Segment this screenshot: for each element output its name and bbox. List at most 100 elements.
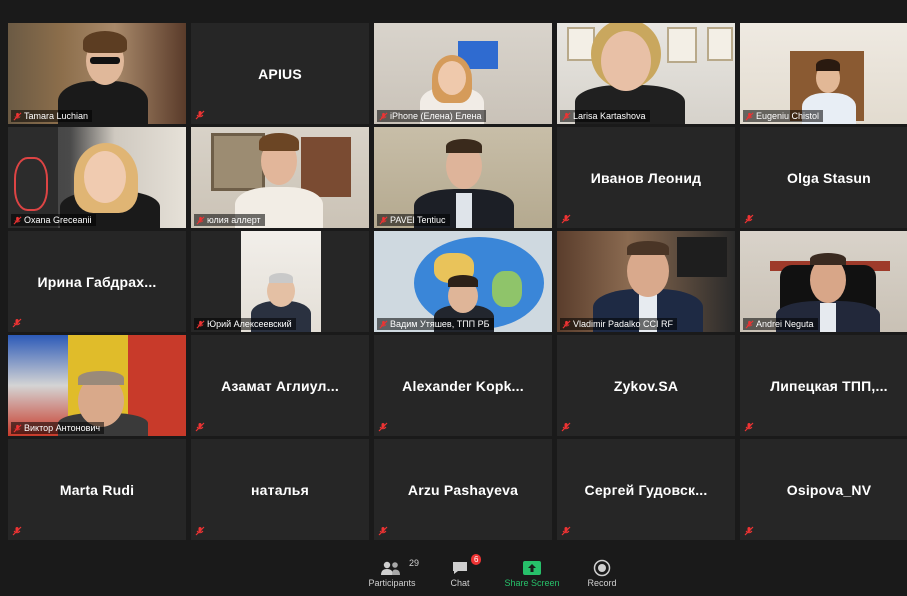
participant-name: Marta Rudi	[59, 481, 135, 498]
video-tile[interactable]: Сергей Гудовск...	[557, 439, 735, 540]
record-button[interactable]: Record	[570, 558, 634, 588]
participant-name-label: Вадим Утяшев, ТПП РБ	[377, 318, 494, 330]
mic-muted-icon	[744, 214, 754, 224]
participant-name: Липецкая ТПП,...	[770, 377, 888, 394]
video-tile[interactable]: Eugeniu Chistol	[740, 23, 907, 124]
mic-muted-icon	[745, 320, 754, 329]
mic-muted-icon	[378, 526, 388, 536]
mic-muted-icon	[744, 422, 754, 432]
participant-name-label: Oxana Greceanii	[11, 214, 96, 226]
mic-muted-icon	[379, 112, 388, 121]
video-tile[interactable]: Olga Stasun	[740, 127, 907, 228]
mic-muted-icon	[195, 422, 205, 432]
video-tile[interactable]: наталья	[191, 439, 369, 540]
participant-name-label: Eugeniu Chistol	[743, 110, 824, 122]
video-feed	[8, 335, 186, 436]
participants-label: Participants	[368, 578, 416, 588]
share-screen-button[interactable]: Share Screen	[500, 558, 564, 588]
mic-muted-icon	[13, 216, 22, 225]
mic-muted-icon	[562, 112, 571, 121]
video-tile[interactable]: PAVEl Tentiuc	[374, 127, 552, 228]
participant-name: Olga Stasun	[787, 169, 871, 186]
participant-name-label: PAVEl Tentiuc	[377, 214, 450, 226]
video-tile[interactable]: iPhone (Елена) Елена	[374, 23, 552, 124]
mic-muted-icon	[196, 320, 205, 329]
participant-name: Ирина Габдрах...	[37, 273, 157, 290]
video-feed	[191, 127, 369, 228]
video-feed	[740, 23, 907, 124]
video-tile[interactable]: Marta Rudi	[8, 439, 186, 540]
mic-muted-icon	[12, 318, 22, 328]
mic-muted-icon	[12, 526, 22, 536]
video-tile[interactable]: Иванов Леонид	[557, 127, 735, 228]
mic-muted-icon	[379, 216, 388, 225]
mic-muted-icon	[561, 214, 571, 224]
video-feed	[8, 23, 186, 124]
share-screen-icon	[523, 561, 541, 575]
video-tile[interactable]: Вадим Утяшев, ТПП РБ	[374, 231, 552, 332]
participant-name: APIUS	[258, 65, 302, 82]
video-tile[interactable]: Ирина Габдрах...	[8, 231, 186, 332]
video-feed	[8, 127, 186, 228]
video-tile[interactable]: Andrei Neguta	[740, 231, 907, 332]
video-tile[interactable]: Arzu Pashayeva	[374, 439, 552, 540]
mic-muted-icon	[13, 424, 22, 433]
video-feed	[374, 231, 552, 332]
video-tile[interactable]: Osipova_NV	[740, 439, 907, 540]
participants-button[interactable]: 29 Participants	[360, 558, 424, 588]
participant-name: Zykov.SA	[613, 377, 679, 394]
mic-muted-icon	[196, 216, 205, 225]
video-tile-active-speaker[interactable]: Vladimir Padalko CCI RF	[557, 231, 735, 332]
video-tile[interactable]: Zykov.SA	[557, 335, 735, 436]
mic-muted-icon	[195, 110, 205, 120]
mic-muted-icon	[562, 320, 571, 329]
chat-unread-badge: 6	[471, 554, 482, 565]
participant-name: Азамат Аглиул...	[221, 377, 339, 394]
participant-name-label: Tamara Luchian	[11, 110, 93, 122]
participant-name-label: Виктор Антонович	[11, 422, 105, 434]
participant-name-label: Vladimir Padalko CCI RF	[560, 318, 678, 330]
participant-name: Alexander Kopk...	[402, 377, 524, 394]
chat-label: Chat	[450, 578, 470, 588]
mic-muted-icon	[561, 422, 571, 432]
participant-name-label: iPhone (Елена) Елена	[377, 110, 486, 122]
participant-name-label: Юрий Алексеевский	[194, 318, 296, 330]
video-tile[interactable]: Липецкая ТПП,...	[740, 335, 907, 436]
video-tile[interactable]: Alexander Kopk...	[374, 335, 552, 436]
participant-name-label: Larisa Kartashova	[560, 110, 650, 122]
mic-muted-icon	[745, 112, 754, 121]
participant-name: Сергей Гудовск...	[584, 481, 708, 498]
video-feed	[557, 23, 735, 124]
video-feed	[191, 231, 369, 332]
video-feed	[557, 231, 735, 332]
record-icon	[593, 559, 611, 577]
video-feed	[374, 127, 552, 228]
participant-name-label: юлия аллерт	[194, 214, 265, 226]
video-tile[interactable]: Юрий Алексеевский	[191, 231, 369, 332]
participant-name: Osipova_NV	[786, 481, 872, 498]
chat-icon	[453, 562, 467, 574]
record-label: Record	[587, 578, 617, 588]
participant-name: Arzu Pashayeva	[407, 481, 519, 498]
video-tile[interactable]: Виктор Антонович	[8, 335, 186, 436]
participants-icon	[381, 561, 400, 575]
video-grid: Tamara Luchian APIUS iPhone (Елена) Елен…	[5, 22, 907, 542]
video-feed	[374, 23, 552, 124]
participant-name-label: Andrei Neguta	[743, 318, 818, 330]
mic-muted-icon	[744, 526, 754, 536]
video-tile[interactable]: юлия аллерт	[191, 127, 369, 228]
participants-count: 29	[409, 558, 420, 568]
video-feed	[740, 231, 907, 332]
video-tile[interactable]: Oxana Greceanii	[8, 127, 186, 228]
mic-muted-icon	[561, 526, 571, 536]
video-tile[interactable]: Tamara Luchian	[8, 23, 186, 124]
mic-muted-icon	[195, 526, 205, 536]
mic-muted-icon	[378, 422, 388, 432]
video-tile[interactable]: APIUS	[191, 23, 369, 124]
share-screen-label: Share Screen	[504, 578, 560, 588]
video-tile[interactable]: Азамат Аглиул...	[191, 335, 369, 436]
meeting-toolbar: 29 Participants 6 Chat Share Screen Reco…	[0, 548, 907, 596]
video-tile[interactable]: Larisa Kartashova	[557, 23, 735, 124]
participant-name: наталья	[251, 481, 309, 498]
chat-button[interactable]: 6 Chat	[428, 554, 492, 588]
